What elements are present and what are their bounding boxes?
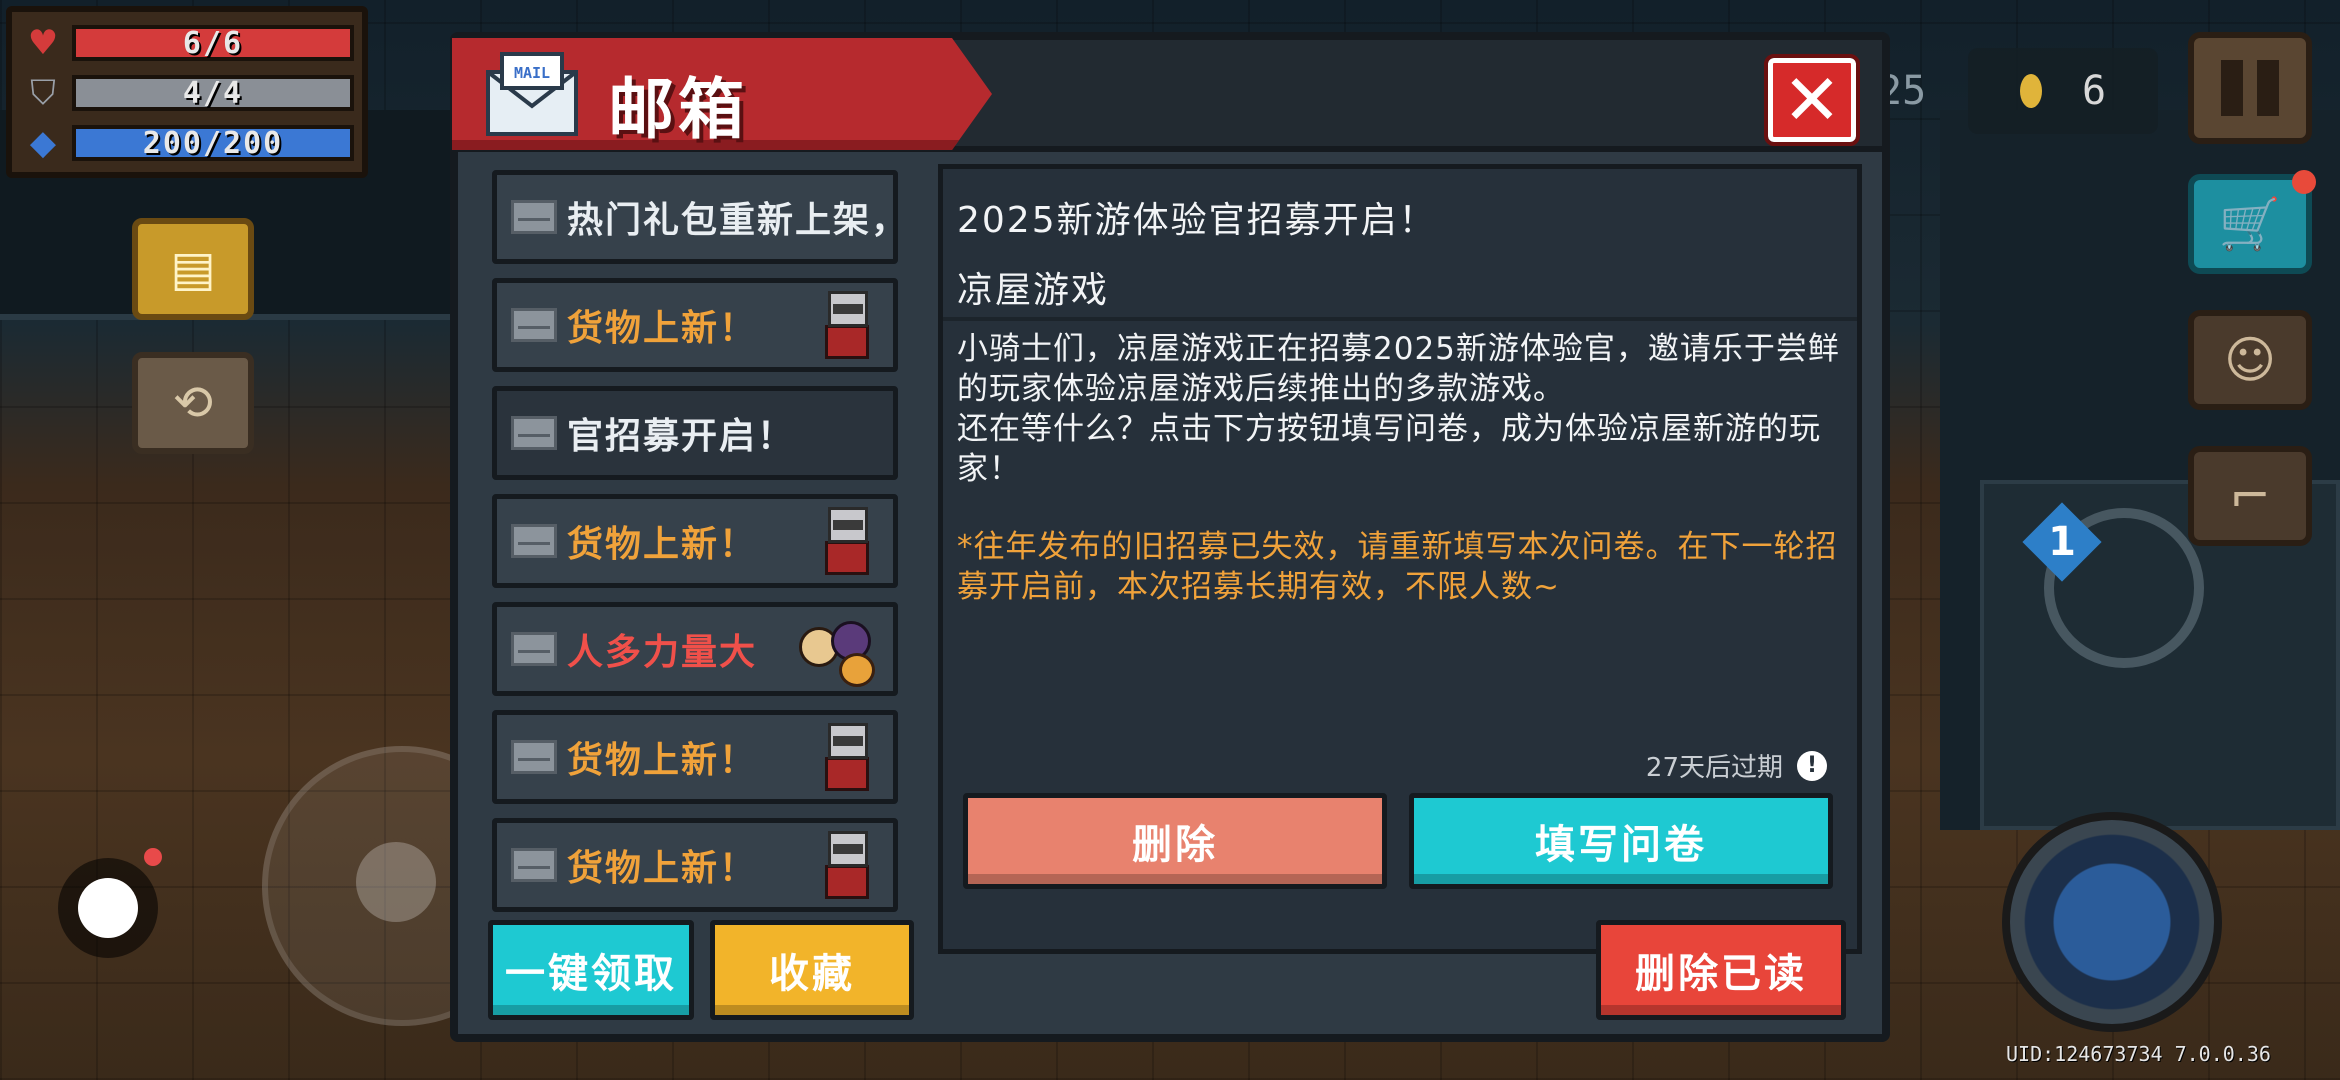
map-icon: ▤ bbox=[170, 241, 216, 297]
claim-all-button[interactable]: 一键领取 bbox=[488, 920, 694, 1020]
energy-diamond-icon: ◆ bbox=[29, 123, 57, 163]
mail-detail-panel: 2025新游体验官招募开启！ 凉屋游戏 小骑士们，凉屋游戏正在招募2025新游体… bbox=[938, 164, 1862, 954]
mail-item-title: 货物上新！ bbox=[567, 524, 758, 565]
weapon-slot-badge: 1 bbox=[2022, 502, 2102, 582]
weapon-slot-number: 1 bbox=[2048, 519, 2076, 565]
mail-item-title: 货物上新！ bbox=[567, 308, 758, 349]
hp-bar: 6/6 bbox=[72, 25, 354, 61]
coin-icon bbox=[2019, 74, 2042, 108]
profile-icon: ☺ bbox=[2223, 331, 2277, 389]
stairs-icon: ⌐ bbox=[2229, 467, 2271, 525]
skill-button[interactable] bbox=[2002, 812, 2222, 1032]
detail-divider bbox=[943, 317, 1857, 321]
armor-bar: 4/4 bbox=[72, 75, 354, 111]
merchant-cat-icon bbox=[825, 291, 871, 365]
heart-icon: ♥ bbox=[27, 23, 59, 63]
shop-button[interactable]: 🛒 bbox=[2188, 170, 2316, 274]
envelope-icon bbox=[511, 308, 557, 342]
mailbox-dialog: MAIL 邮箱 ✕ 热门礼包重新上架， 货物上新！ 官招募开启！ 货物上新！ 人… bbox=[450, 32, 1890, 1042]
player-stats-panel: ♥ 6/6 ⛉ 4/4 ◆ 200/200 bbox=[6, 6, 368, 178]
energy-bar: 200/200 bbox=[72, 125, 354, 161]
mail-body-paragraph-2: 还在等什么？点击下方按钮填写问卷，成为体验凉屋新游的玩家！ bbox=[957, 411, 1821, 487]
fill-survey-button[interactable]: 填写问卷 bbox=[1409, 793, 1833, 889]
mail-body-paragraph-1: 小骑士们，凉屋游戏正在招募2025新游体验官，邀请乐于尝鲜的玩家体验凉屋游戏后续… bbox=[957, 331, 1840, 407]
envelope-icon bbox=[511, 848, 557, 882]
delete-read-button[interactable]: 删除已读 bbox=[1596, 920, 1846, 1020]
expiry-text: 27天后过期 bbox=[1645, 753, 1783, 783]
shield-icon: ⛉ bbox=[30, 73, 56, 113]
pause-icon-left bbox=[2221, 60, 2243, 116]
notification-dot bbox=[2292, 170, 2316, 194]
coin-counter: 6 bbox=[1968, 48, 2158, 134]
delete-button[interactable]: 删除 bbox=[963, 793, 1387, 889]
close-icon: ✕ bbox=[1782, 59, 1842, 141]
aim-joystick-knob[interactable] bbox=[356, 842, 436, 922]
info-icon[interactable]: ! bbox=[1797, 750, 1827, 781]
mail-item-selected[interactable]: 官招募开启！ bbox=[492, 386, 898, 480]
envelope-icon bbox=[511, 200, 557, 234]
mail-body: 小骑士们，凉屋游戏正在招募2025新游体验官，邀请乐于尝鲜的玩家体验凉屋游戏后续… bbox=[957, 329, 1847, 489]
uid-version-label: UID:124673734 7.0.0.36 bbox=[2006, 1042, 2271, 1066]
mail-note: *往年发布的旧招募已失效，请重新填写本次问卷。在下一轮招募开启前，本次招募长期有… bbox=[957, 529, 1838, 605]
stairs-button[interactable]: ⌐ bbox=[2188, 446, 2312, 546]
cart-icon: 🛒 bbox=[2218, 194, 2282, 253]
envelope-icon bbox=[511, 416, 557, 450]
mail-item[interactable]: 货物上新！ bbox=[492, 710, 898, 804]
mail-sender: 凉屋游戏 bbox=[957, 270, 1110, 311]
mail-item-title: 货物上新！ bbox=[567, 740, 758, 781]
mail-list[interactable]: 热门礼包重新上架， 货物上新！ 官招募开启！ 货物上新！ 人多力量大 货物上新！… bbox=[492, 170, 904, 946]
mail-item[interactable]: 热门礼包重新上架， bbox=[492, 170, 898, 264]
mailbox-title: 邮箱 bbox=[608, 71, 748, 148]
mail-item-title: 货物上新！ bbox=[567, 848, 758, 889]
team-characters-icon bbox=[795, 613, 885, 693]
mail-item-title: 人多力量大 bbox=[567, 632, 758, 673]
energy-row: ◆ 200/200 bbox=[20, 118, 354, 168]
armor-row: ⛉ 4/4 bbox=[20, 68, 354, 118]
mail-icon-label: MAIL bbox=[514, 64, 550, 82]
energy-text: 200/200 bbox=[142, 125, 284, 161]
envelope-icon bbox=[511, 632, 557, 666]
coin-count: 6 bbox=[2081, 68, 2107, 114]
swap-icon: ⟲ bbox=[172, 375, 214, 431]
hp-text: 6/6 bbox=[182, 25, 244, 61]
close-button[interactable]: ✕ bbox=[1764, 54, 1860, 146]
pause-button[interactable] bbox=[2188, 32, 2312, 144]
move-indicator-dot bbox=[144, 848, 162, 866]
mail-item[interactable]: 货物上新！ bbox=[492, 278, 898, 372]
pause-icon-right bbox=[2257, 60, 2279, 116]
merchant-cat-icon bbox=[825, 507, 871, 581]
mail-item[interactable]: 货物上新！ bbox=[492, 818, 898, 912]
mail-item-title: 官招募开启！ bbox=[567, 416, 796, 457]
armor-text: 4/4 bbox=[182, 75, 244, 111]
profile-button[interactable]: ☺ bbox=[2188, 310, 2312, 410]
hp-row: ♥ 6/6 bbox=[20, 18, 354, 68]
merchant-cat-icon bbox=[825, 831, 871, 905]
mail-item[interactable]: 货物上新！ bbox=[492, 494, 898, 588]
envelope-icon bbox=[511, 524, 557, 558]
mail-item-title: 热门礼包重新上架， bbox=[567, 200, 893, 241]
mail-envelope-icon: MAIL bbox=[486, 52, 578, 136]
mail-item[interactable]: 人多力量大 bbox=[492, 602, 898, 696]
mailbox-header: MAIL 邮箱 ✕ bbox=[452, 38, 1882, 152]
expiry-info: 27天后过期 ! bbox=[1646, 747, 1827, 784]
envelope-icon bbox=[511, 740, 557, 774]
move-joystick[interactable] bbox=[58, 858, 158, 958]
merchant-cat-icon bbox=[825, 723, 871, 797]
mail-detail-title: 2025新游体验官招募开启！ bbox=[957, 200, 1437, 241]
favorite-button[interactable]: 收藏 bbox=[710, 920, 914, 1020]
swap-button[interactable]: ⟲ bbox=[132, 352, 254, 454]
map-button[interactable]: ▤ bbox=[132, 218, 254, 320]
